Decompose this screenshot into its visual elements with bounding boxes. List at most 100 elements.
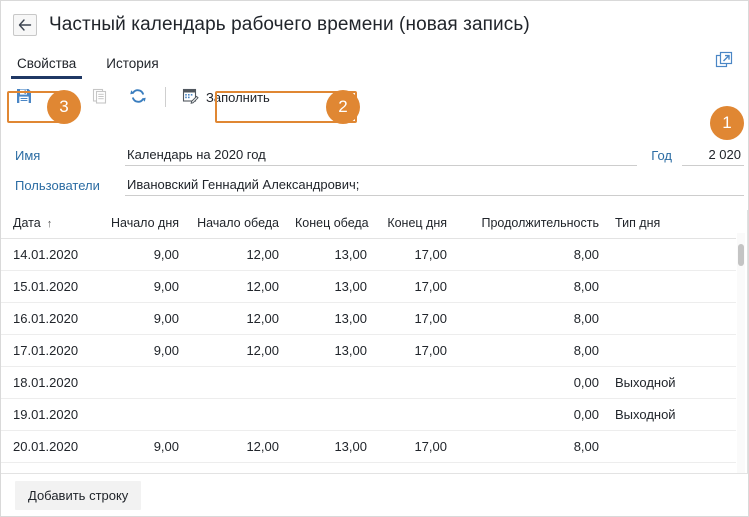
cell-lunch-start[interactable]: 12,00: [189, 271, 289, 303]
cell-duration[interactable]: 8,00: [457, 303, 609, 335]
save-floppy-icon: [15, 87, 33, 108]
cell-lunch-end[interactable]: [289, 367, 377, 399]
year-input[interactable]: [682, 144, 744, 166]
table-footer: Добавить строку: [1, 473, 749, 516]
cell-duration[interactable]: 8,00: [457, 335, 609, 367]
name-label: Имя: [15, 148, 125, 163]
cell-lunch-start[interactable]: 12,00: [189, 335, 289, 367]
cell-day-start[interactable]: 9,00: [96, 271, 189, 303]
column-header-lunch-start[interactable]: Начало обеда: [189, 210, 289, 239]
page-title: Частный календарь рабочего времени (нова…: [49, 14, 530, 36]
table-header-row: Дата ↑ Начало дня Начало обеда Конец обед…: [1, 210, 736, 239]
sort-ascending-icon: ↑: [47, 218, 53, 230]
fill-button-label: Заполнить: [206, 90, 270, 105]
refresh-button[interactable]: [123, 83, 153, 111]
table-scrollbar-thumb[interactable]: [738, 244, 744, 266]
cell-day-start[interactable]: 9,00: [96, 335, 189, 367]
cell-lunch-end[interactable]: 13,00: [289, 239, 377, 271]
cell-lunch-end[interactable]: 13,00: [289, 431, 377, 463]
cell-date[interactable]: 20.01.2020: [1, 431, 96, 463]
table-row[interactable]: 19.01.2020 0,00 Выходной: [1, 399, 736, 431]
column-header-day-end[interactable]: Конец дня: [377, 210, 457, 239]
table-row[interactable]: 20.01.2020 9,00 12,00 13,00 17,00 8,00: [1, 431, 736, 463]
cell-duration[interactable]: 8,00: [457, 239, 609, 271]
toolbar: Заполнить: [1, 79, 748, 115]
column-header-day-type[interactable]: Тип дня: [609, 210, 736, 239]
tab-properties[interactable]: Свойства: [13, 56, 80, 79]
cell-lunch-start[interactable]: [189, 367, 289, 399]
column-header-date[interactable]: Дата ↑: [1, 210, 96, 239]
undo-button[interactable]: [47, 83, 77, 111]
column-header-lunch-end[interactable]: Конец обеда: [289, 210, 377, 239]
open-in-new-window-icon[interactable]: [714, 50, 734, 70]
schedule-table-wrapper: Дата ↑ Начало дня Начало обеда Конец обед…: [1, 210, 749, 475]
cell-lunch-end[interactable]: [289, 399, 377, 431]
cell-date[interactable]: 19.01.2020: [1, 399, 96, 431]
cell-lunch-start[interactable]: [189, 399, 289, 431]
cell-day-end[interactable]: 17,00: [377, 335, 457, 367]
cell-day-end[interactable]: [377, 367, 457, 399]
cell-day-end[interactable]: [377, 399, 457, 431]
cell-day-start[interactable]: 9,00: [96, 239, 189, 271]
title-bar: Частный календарь рабочего времени (нова…: [1, 1, 748, 45]
cell-day-type[interactable]: [609, 239, 736, 271]
cell-duration[interactable]: 8,00: [457, 431, 609, 463]
copy-button[interactable]: [85, 83, 115, 111]
cell-lunch-start[interactable]: 12,00: [189, 303, 289, 335]
users-input[interactable]: [125, 174, 744, 196]
add-row-button[interactable]: Добавить строку: [15, 481, 141, 510]
refresh-icon: [129, 87, 147, 108]
fill-button[interactable]: Заполнить: [176, 83, 280, 111]
table-body: 14.01.2020 9,00 12,00 13,00 17,00 8,00 1…: [1, 239, 736, 463]
cell-duration[interactable]: 8,00: [457, 271, 609, 303]
cell-day-type[interactable]: [609, 431, 736, 463]
cell-date[interactable]: 16.01.2020: [1, 303, 96, 335]
users-label: Пользователи: [15, 178, 125, 193]
cell-day-type[interactable]: [609, 271, 736, 303]
cell-date[interactable]: 15.01.2020: [1, 271, 96, 303]
record-window: Частный календарь рабочего времени (нова…: [0, 0, 749, 517]
save-button[interactable]: [9, 83, 39, 111]
copy-icon: [91, 87, 109, 108]
table-row[interactable]: 18.01.2020 0,00 Выходной: [1, 367, 736, 399]
column-header-date-label: Дата: [13, 216, 41, 230]
cell-day-type[interactable]: Выходной: [609, 399, 736, 431]
cell-day-end[interactable]: 17,00: [377, 431, 457, 463]
cell-day-end[interactable]: 17,00: [377, 239, 457, 271]
cell-duration[interactable]: 0,00: [457, 367, 609, 399]
cell-lunch-start[interactable]: 12,00: [189, 431, 289, 463]
cell-day-start[interactable]: [96, 399, 189, 431]
table-right-border: [747, 210, 748, 475]
column-header-day-start[interactable]: Начало дня: [96, 210, 189, 239]
cell-day-end[interactable]: 17,00: [377, 303, 457, 335]
cell-day-end[interactable]: 17,00: [377, 271, 457, 303]
cell-lunch-end[interactable]: 13,00: [289, 271, 377, 303]
cell-day-type[interactable]: Выходной: [609, 367, 736, 399]
back-button[interactable]: [13, 14, 37, 36]
tab-history[interactable]: История: [102, 56, 162, 79]
table-scrollbar-track[interactable]: [737, 233, 745, 473]
calendar-edit-icon: [182, 87, 199, 107]
properties-form: Имя Год Пользователи: [7, 130, 744, 202]
cell-date[interactable]: 18.01.2020: [1, 367, 96, 399]
cell-date[interactable]: 14.01.2020: [1, 239, 96, 271]
cell-day-type[interactable]: [609, 303, 736, 335]
name-input[interactable]: [125, 144, 637, 166]
cell-day-start[interactable]: 9,00: [96, 431, 189, 463]
cell-duration[interactable]: 0,00: [457, 399, 609, 431]
cell-lunch-start[interactable]: 12,00: [189, 239, 289, 271]
form-row-users: Пользователи: [7, 170, 744, 200]
form-row-name: Имя Год: [7, 140, 744, 170]
back-arrow-icon: [18, 19, 32, 31]
table-row[interactable]: 15.01.2020 9,00 12,00 13,00 17,00 8,00: [1, 271, 736, 303]
cell-date[interactable]: 17.01.2020: [1, 335, 96, 367]
cell-day-type[interactable]: [609, 335, 736, 367]
cell-day-start[interactable]: [96, 367, 189, 399]
column-header-duration[interactable]: Продолжительность: [457, 210, 609, 239]
cell-day-start[interactable]: 9,00: [96, 303, 189, 335]
table-row[interactable]: 17.01.2020 9,00 12,00 13,00 17,00 8,00: [1, 335, 736, 367]
cell-lunch-end[interactable]: 13,00: [289, 335, 377, 367]
cell-lunch-end[interactable]: 13,00: [289, 303, 377, 335]
table-row[interactable]: 14.01.2020 9,00 12,00 13,00 17,00 8,00: [1, 239, 736, 271]
table-row[interactable]: 16.01.2020 9,00 12,00 13,00 17,00 8,00: [1, 303, 736, 335]
